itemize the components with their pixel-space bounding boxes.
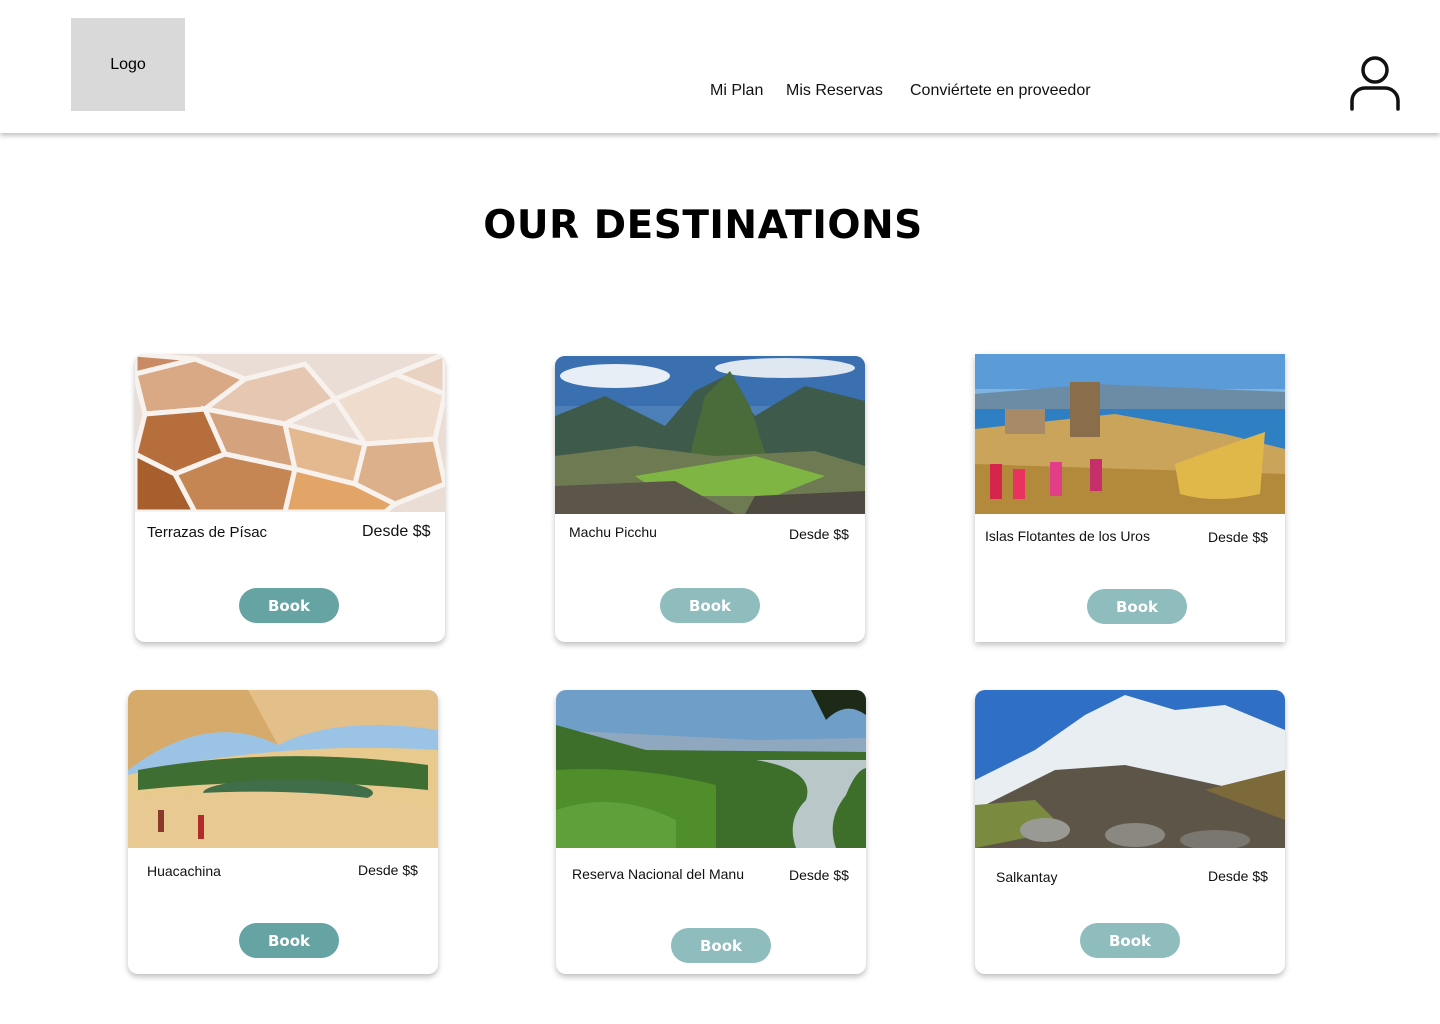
destination-name: Terrazas de Písac: [147, 524, 268, 541]
top-header: Logo Mi Plan Mis Reservas Conviértete en…: [0, 0, 1440, 133]
destination-card: Terrazas de Písac Desde $$ Book: [135, 354, 445, 642]
destination-card: Huacachina Desde $$ Book: [128, 690, 438, 974]
destination-photo-machu-picchu: [555, 356, 865, 514]
destination-card: Salkantay Desde $$ Book: [975, 690, 1285, 974]
book-button[interactable]: Book: [660, 588, 760, 623]
destination-photo-manu-reserve: [556, 690, 866, 848]
destination-card: Islas Flotantes de los Uros Desde $$ Boo…: [975, 354, 1285, 642]
book-button[interactable]: Book: [239, 588, 339, 623]
book-button[interactable]: Book: [1087, 589, 1187, 624]
book-button[interactable]: Book: [239, 923, 339, 958]
logo-placeholder[interactable]: Logo: [71, 18, 185, 111]
nav-link-mis-reservas[interactable]: Mis Reservas: [786, 82, 883, 100]
book-button[interactable]: Book: [1080, 923, 1180, 958]
page-title: OUR DESTINATIONS: [483, 203, 923, 248]
destination-name: Machu Picchu: [569, 524, 657, 540]
destination-price: Desde $$: [1208, 868, 1268, 884]
book-button[interactable]: Book: [671, 928, 771, 963]
destination-price: Desde $$: [362, 523, 431, 540]
destination-price: Desde $$: [789, 526, 849, 542]
destination-price: Desde $$: [789, 867, 849, 883]
destination-name: Salkantay: [996, 869, 1058, 885]
destination-price: Desde $$: [1208, 529, 1268, 545]
destination-photo-huacachina: [128, 690, 438, 848]
destination-name: Islas Flotantes de los Uros: [985, 528, 1150, 544]
destination-photo-uros-islands: [975, 354, 1285, 514]
destination-name: Huacachina: [147, 863, 221, 879]
destination-card: Machu Picchu Desde $$ Book: [555, 356, 865, 642]
destination-price: Desde $$: [358, 862, 418, 878]
destination-card: Reserva Nacional del Manu Desde $$ Book: [556, 690, 866, 974]
destination-photo-salkantay: [975, 690, 1285, 848]
user-profile-icon[interactable]: [1348, 55, 1402, 111]
nav-link-become-provider[interactable]: Conviértete en proveedor: [910, 82, 1091, 100]
logo-text: Logo: [110, 55, 146, 73]
nav-link-mi-plan[interactable]: Mi Plan: [710, 82, 763, 100]
destination-photo-salt-terraces: [135, 354, 445, 512]
destination-name: Reserva Nacional del Manu: [572, 866, 744, 882]
